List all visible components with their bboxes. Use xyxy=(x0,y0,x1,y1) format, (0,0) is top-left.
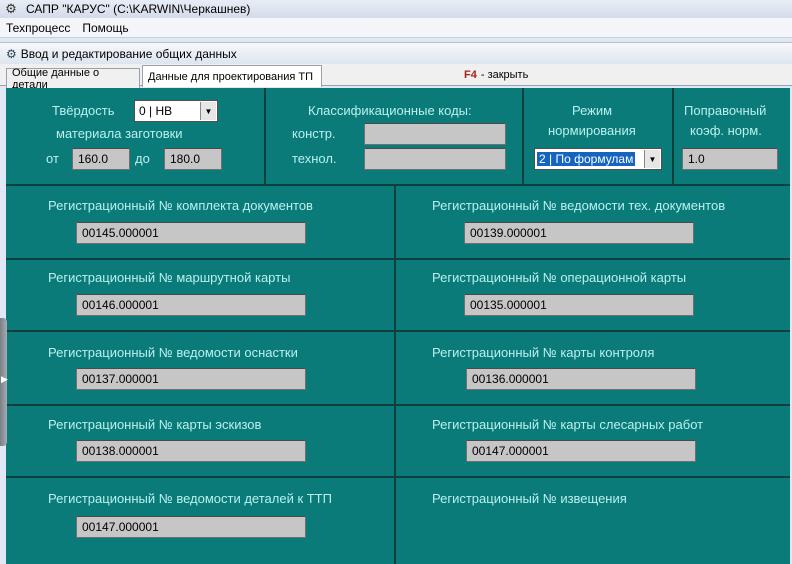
operation-label: Регистрационный № операционной карты xyxy=(432,270,687,285)
complect-field[interactable]: 00145.000001 xyxy=(76,222,306,244)
codes-box: Классификационные коды: констр. технол. xyxy=(266,88,524,186)
hardness-label: Твёрдость xyxy=(52,103,115,118)
vedomost-tech-label: Регистрационный № ведомости тех. докумен… xyxy=(432,198,726,213)
chevron-down-icon[interactable]: ▼ xyxy=(644,150,660,168)
osnastka-field[interactable]: 00137.000001 xyxy=(76,368,306,390)
chevron-down-icon[interactable]: ▼ xyxy=(200,102,216,120)
hardness-select[interactable]: 0 | HB ▼ xyxy=(134,100,218,122)
ttp-box: Регистрационный № ведомости деталей к ТТ… xyxy=(6,478,396,564)
notice-box: Регистрационный № извещения xyxy=(396,478,790,564)
hardness-box: Твёрдость 0 | HB ▼ материала заготовки о… xyxy=(6,88,266,186)
ttp-label: Регистрационный № ведомости деталей к ТТ… xyxy=(48,491,332,506)
vedomost-tech-box: Регистрационный № ведомости тех. докумен… xyxy=(396,186,790,260)
slesar-label: Регистрационный № карты слесарных работ xyxy=(432,417,704,432)
osnastka-box: Регистрационный № ведомости оснастки 001… xyxy=(6,332,396,406)
tab-tp-design-data[interactable]: Данные для проектирования ТП xyxy=(142,65,322,87)
constr-label: констр. xyxy=(292,126,336,141)
coef-field[interactable]: 1.0 xyxy=(682,148,778,170)
tab-strip: Общие данные о детали Данные для проекти… xyxy=(0,64,792,91)
hint-text: - закрыть xyxy=(480,69,529,81)
coef-title-2: коэф. норм. xyxy=(690,123,762,138)
mode-box: Режим нормирования 2 | По формулам ▼ xyxy=(524,88,674,186)
route-label: Регистрационный № маршрутной карты xyxy=(48,270,291,285)
subwindow-titlebar: ⚙ Ввод и редактирование общих данных xyxy=(0,42,792,64)
tab-general-part-data[interactable]: Общие данные о детали xyxy=(6,66,140,91)
complect-label: Регистрационный № комплекта документов xyxy=(48,198,313,213)
mode-select-value: 2 | По формулам xyxy=(537,152,636,166)
hint-key: F4 xyxy=(464,69,477,81)
notice-label: Регистрационный № извещения xyxy=(432,491,627,506)
menu-help[interactable]: Помощь xyxy=(76,21,134,35)
sketch-box: Регистрационный № карты эскизов 00138.00… xyxy=(6,406,396,478)
tab-label: Общие данные о детали xyxy=(12,66,100,91)
osnastka-label: Регистрационный № ведомости оснастки xyxy=(48,345,298,360)
gear-icon: ⚙ xyxy=(5,1,17,16)
mode-select[interactable]: 2 | По формулам ▼ xyxy=(534,148,662,170)
techn-code-field[interactable] xyxy=(364,148,506,170)
constr-code-field[interactable] xyxy=(364,123,506,145)
sketch-label: Регистрационный № карты эскизов xyxy=(48,417,262,432)
operation-box: Регистрационный № операционной карты 001… xyxy=(396,260,790,332)
sketch-field[interactable]: 00138.000001 xyxy=(76,440,306,462)
to-label: до xyxy=(135,151,150,166)
window-title: САПР "КАРУС" (C:\KARWIN\Черкашнев) xyxy=(26,2,251,16)
gear-icon: ⚙ xyxy=(6,46,17,61)
chevron-right-icon[interactable]: ▶ xyxy=(1,374,8,385)
hardness-select-value: 0 | HB xyxy=(139,104,173,118)
mode-title-2: нормирования xyxy=(548,123,636,138)
coef-box: Поправочный коэф. норм. 1.0 xyxy=(674,88,790,186)
operation-field[interactable]: 00135.000001 xyxy=(464,294,694,316)
route-field[interactable]: 00146.000001 xyxy=(76,294,306,316)
hardness-label-2: материала заготовки xyxy=(56,126,183,141)
form-panel: Твёрдость 0 | HB ▼ материала заготовки о… xyxy=(6,88,790,564)
ttp-field[interactable]: 00147.000001 xyxy=(76,516,306,538)
complect-box: Регистрационный № комплекта документов 0… xyxy=(6,186,396,260)
menu-techprocess[interactable]: Техпроцесс xyxy=(0,21,76,35)
hardness-from-field[interactable]: 160.0 xyxy=(72,148,130,170)
close-hint: F4- закрыть xyxy=(464,69,528,81)
control-label: Регистрационный № карты контроля xyxy=(432,345,655,360)
codes-title: Классификационные коды: xyxy=(308,103,472,118)
techn-label: технол. xyxy=(292,151,337,166)
slesar-box: Регистрационный № карты слесарных работ … xyxy=(396,406,790,478)
slesar-field[interactable]: 00147.000001 xyxy=(466,440,696,462)
tab-label: Данные для проектирования ТП xyxy=(148,70,314,83)
control-field[interactable]: 00136.000001 xyxy=(466,368,696,390)
hardness-to-field[interactable]: 180.0 xyxy=(164,148,222,170)
from-label: от xyxy=(46,151,59,166)
window-titlebar: ⚙ САПР "КАРУС" (C:\KARWIN\Черкашнев) xyxy=(0,0,792,18)
menubar: Техпроцесс Помощь xyxy=(0,18,792,38)
mode-title-1: Режим xyxy=(572,103,613,118)
vedomost-tech-field[interactable]: 00139.000001 xyxy=(464,222,694,244)
route-box: Регистрационный № маршрутной карты 00146… xyxy=(6,260,396,332)
control-box: Регистрационный № карты контроля 00136.0… xyxy=(396,332,790,406)
subwindow-title: Ввод и редактирование общих данных xyxy=(20,46,237,61)
coef-title-1: Поправочный xyxy=(684,103,767,118)
